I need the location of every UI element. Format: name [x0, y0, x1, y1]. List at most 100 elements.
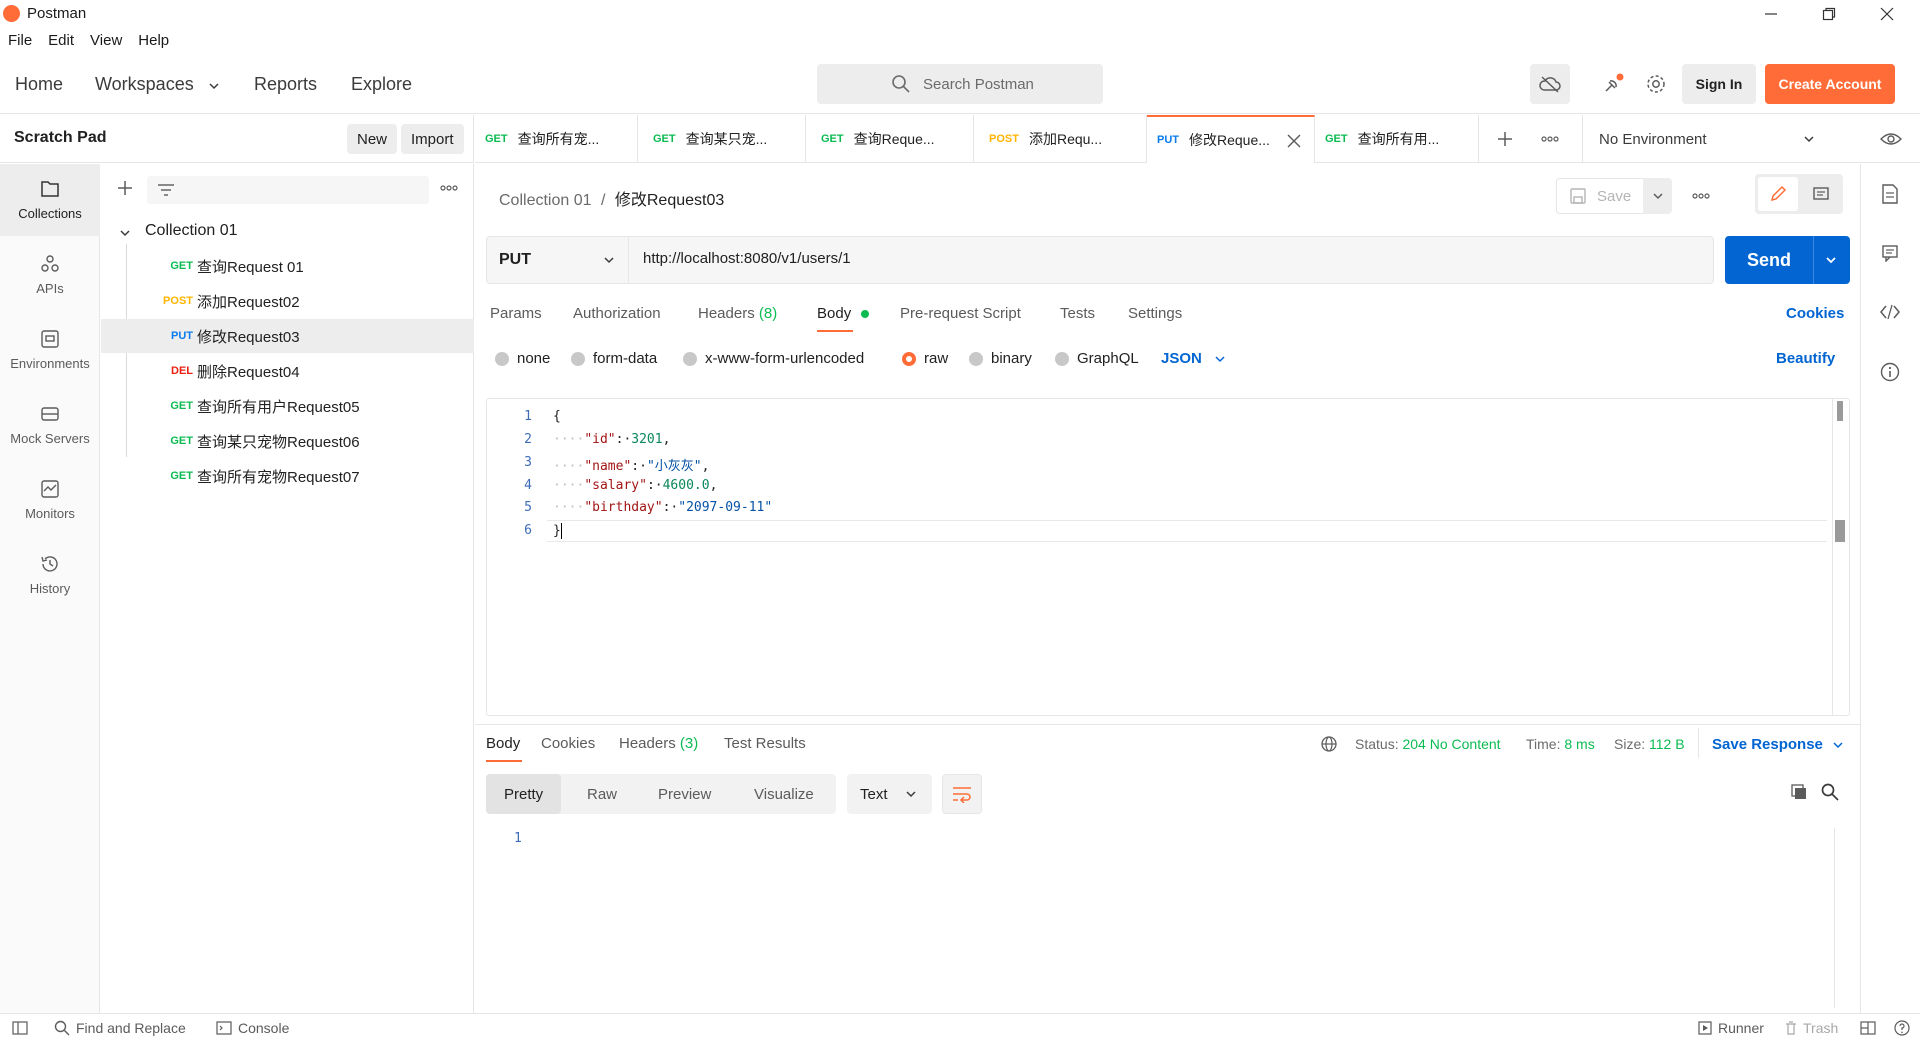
- radio-form-data[interactable]: form-data: [571, 350, 657, 367]
- import-button[interactable]: Import: [401, 124, 464, 154]
- method-select[interactable]: PUT: [487, 237, 629, 283]
- menu-file[interactable]: File: [0, 30, 40, 54]
- radio-x-www-form-urlencoded[interactable]: x-www-form-urlencoded: [683, 350, 864, 367]
- tab-request[interactable]: GET 查询Reque...: [811, 115, 974, 163]
- globe-icon[interactable]: [1320, 735, 1338, 753]
- nav-home[interactable]: Home: [15, 74, 63, 95]
- tab-request-active[interactable]: PUT 修改Reque...: [1147, 115, 1315, 163]
- save-response-button[interactable]: Save Response: [1712, 736, 1823, 753]
- tab-request[interactable]: GET 查询所有宠...: [475, 115, 638, 163]
- tab-prerequest-script[interactable]: Pre-request Script: [900, 305, 1021, 322]
- request-item[interactable]: DEL 删除Request04: [101, 354, 474, 388]
- view-pretty[interactable]: Pretty: [486, 774, 562, 814]
- nav-reports[interactable]: Reports: [254, 74, 317, 95]
- rail-environments[interactable]: Environments: [0, 314, 100, 386]
- info-icon[interactable]: [1880, 362, 1900, 382]
- documentation-icon[interactable]: [1881, 184, 1899, 204]
- save-button[interactable]: Save: [1556, 178, 1653, 214]
- two-pane-view-icon[interactable]: [1860, 1021, 1876, 1035]
- rail-monitors[interactable]: Monitors: [0, 464, 100, 536]
- settings-gear-icon[interactable]: [1636, 64, 1676, 104]
- add-icon[interactable]: [117, 180, 133, 196]
- workspaces-chevron-down-icon[interactable]: [208, 80, 220, 92]
- send-options-chevron-down-icon[interactable]: [1825, 254, 1837, 266]
- scrollbar-thumb[interactable]: [1837, 401, 1843, 421]
- view-raw[interactable]: Raw: [587, 774, 617, 814]
- response-tab-test-results[interactable]: Test Results: [724, 735, 806, 752]
- nav-explore[interactable]: Explore: [351, 74, 412, 95]
- request-item[interactable]: GET 查询所有用户Request05: [101, 389, 474, 423]
- new-tab-icon[interactable]: [1497, 131, 1513, 147]
- collection-name[interactable]: Collection 01: [145, 222, 238, 240]
- rail-apis[interactable]: APIs: [0, 239, 100, 311]
- tab-params[interactable]: Params: [490, 305, 542, 322]
- new-button[interactable]: New: [347, 124, 398, 154]
- wrap-lines-icon[interactable]: [942, 774, 982, 814]
- response-tab-headers[interactable]: Headers (3): [619, 735, 698, 752]
- request-item[interactable]: GET 查询某只宠物Request06: [101, 424, 474, 458]
- sync-offline-icon[interactable]: [1530, 64, 1570, 104]
- request-options-icon[interactable]: [1692, 193, 1710, 199]
- close-window-icon[interactable]: [1858, 0, 1916, 28]
- view-preview[interactable]: Preview: [658, 774, 711, 814]
- close-tab-icon[interactable]: [1287, 134, 1301, 148]
- rail-collections[interactable]: Collections: [0, 164, 100, 236]
- tab-request[interactable]: GET 查询某只宠...: [643, 115, 806, 163]
- view-visualize[interactable]: Visualize: [754, 774, 814, 814]
- comments-panel-icon[interactable]: [1881, 244, 1899, 262]
- tab-options-icon[interactable]: [1541, 136, 1559, 142]
- tab-body[interactable]: Body: [817, 305, 870, 322]
- environment-quick-look-eye-icon[interactable]: [1880, 129, 1902, 149]
- request-item[interactable]: POST 添加Request02: [101, 284, 474, 318]
- request-item-selected[interactable]: PUT 修改Request03: [101, 319, 474, 353]
- search-input[interactable]: Search Postman: [817, 64, 1103, 104]
- satellite-notifications-icon[interactable]: [1593, 64, 1633, 104]
- tab-settings[interactable]: Settings: [1128, 305, 1182, 322]
- collection-filter-input[interactable]: [147, 176, 429, 204]
- rail-history[interactable]: History: [0, 539, 100, 611]
- radio-none[interactable]: none: [495, 350, 550, 367]
- body-code-editor[interactable]: 1 2 3 4 5 6 { ····"id":·3201, ····"name"…: [486, 398, 1850, 716]
- body-format-select[interactable]: JSON: [1161, 350, 1226, 367]
- tab-headers[interactable]: Headers (8): [698, 305, 777, 322]
- edit-pencil-icon[interactable]: [1758, 177, 1798, 211]
- create-account-button[interactable]: Create Account: [1765, 64, 1895, 104]
- url-input[interactable]: http://localhost:8080/v1/users/1: [643, 250, 851, 267]
- collection-chevron-down-icon[interactable]: [119, 227, 131, 239]
- radio-graphql[interactable]: GraphQL: [1055, 350, 1139, 367]
- environment-select[interactable]: No Environment: [1582, 115, 1827, 163]
- tab-tests[interactable]: Tests: [1060, 305, 1095, 322]
- send-button[interactable]: Send: [1725, 236, 1850, 284]
- runner-button[interactable]: Runner: [1698, 1020, 1764, 1036]
- request-item[interactable]: GET 查询所有宠物Request07: [101, 459, 474, 493]
- restore-icon[interactable]: [1800, 0, 1858, 28]
- more-options-icon[interactable]: [440, 185, 458, 191]
- comments-icon[interactable]: [1801, 177, 1841, 211]
- toggle-sidebar-icon[interactable]: [12, 1021, 28, 1035]
- request-item[interactable]: GET 查询Request 01: [101, 249, 474, 283]
- trash-button[interactable]: Trash: [1785, 1020, 1838, 1036]
- response-search-icon[interactable]: [1821, 783, 1839, 801]
- nav-workspaces[interactable]: Workspaces: [95, 74, 194, 95]
- save-options-chevron-down-icon[interactable]: [1643, 178, 1672, 214]
- find-and-replace-button[interactable]: Find and Replace: [54, 1020, 186, 1036]
- tab-request[interactable]: POST 添加Requ...: [979, 115, 1147, 163]
- response-tab-body[interactable]: Body: [486, 735, 520, 752]
- minimize-icon[interactable]: [1742, 0, 1800, 28]
- radio-binary[interactable]: binary: [969, 350, 1032, 367]
- code-snippet-icon[interactable]: [1880, 304, 1900, 320]
- save-response-chevron-down-icon[interactable]: [1832, 739, 1844, 751]
- cookies-link[interactable]: Cookies: [1786, 305, 1844, 322]
- menu-view[interactable]: View: [82, 30, 130, 54]
- rail-mock-servers[interactable]: Mock Servers: [0, 389, 100, 461]
- breadcrumb-current[interactable]: 修改Request03: [615, 192, 724, 209]
- beautify-link[interactable]: Beautify: [1776, 350, 1835, 367]
- breadcrumb-collection[interactable]: Collection 01: [499, 192, 592, 209]
- console-button[interactable]: Console: [216, 1020, 289, 1036]
- radio-raw[interactable]: raw: [902, 350, 948, 367]
- tab-authorization[interactable]: Authorization: [573, 305, 661, 322]
- tab-request[interactable]: GET 查询所有用...: [1315, 115, 1479, 163]
- response-tab-cookies[interactable]: Cookies: [541, 735, 595, 752]
- menu-edit[interactable]: Edit: [40, 30, 82, 54]
- menu-help[interactable]: Help: [130, 30, 177, 54]
